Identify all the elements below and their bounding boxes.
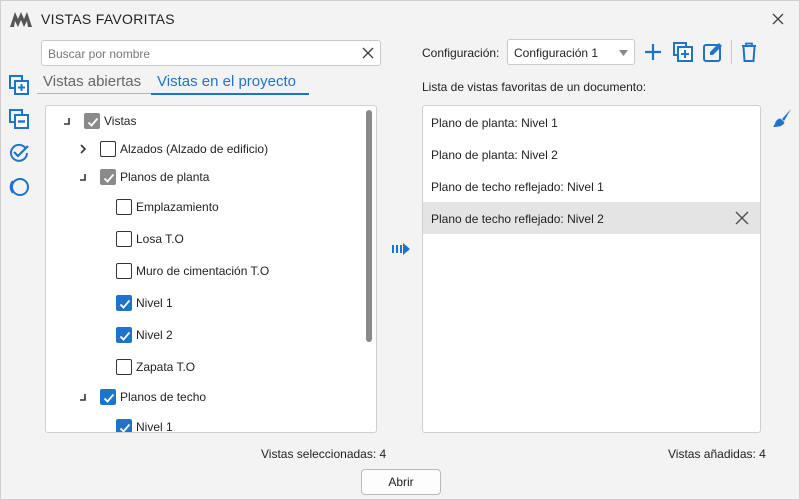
tree-row[interactable]: Nivel 2 bbox=[46, 323, 362, 347]
tree-label: Nivel 1 bbox=[136, 296, 173, 310]
tree-label: Alzados (Alzado de edificio) bbox=[120, 142, 269, 156]
add-views-icon[interactable] bbox=[7, 73, 31, 97]
tree-row[interactable]: Muro de cimentación T.O bbox=[46, 259, 362, 283]
tree-label: Nivel 2 bbox=[136, 328, 173, 342]
tree-checkbox[interactable] bbox=[116, 359, 132, 375]
open-button[interactable]: Abrir bbox=[361, 469, 441, 495]
view-tabs: Vistas abiertas Vistas en el proyecto bbox=[37, 73, 309, 97]
tree-scrollbar[interactable] bbox=[366, 110, 372, 342]
tree-label: Nivel 1 bbox=[136, 420, 173, 433]
config-selected-value: Configuración 1 bbox=[514, 46, 599, 60]
tree-row[interactable]: Planos de planta bbox=[46, 165, 362, 189]
tree-row[interactable]: Alzados (Alzado de edificio) bbox=[46, 137, 362, 161]
favorite-views-window: VISTAS FAVORITAS Buscar por nombre Vista… bbox=[0, 0, 800, 500]
title-bar: VISTAS FAVORITAS bbox=[1, 1, 799, 37]
tree-checkbox[interactable] bbox=[116, 419, 132, 432]
app-logo bbox=[10, 12, 32, 27]
tree-row[interactable]: Vistas bbox=[46, 109, 362, 133]
toolbar-separator bbox=[731, 40, 732, 64]
tree-row[interactable]: Emplazamiento bbox=[46, 195, 362, 219]
collapse-corner-icon[interactable] bbox=[60, 114, 74, 128]
collapse-corner-icon[interactable] bbox=[76, 170, 90, 184]
tree-label: Losa T.O bbox=[136, 232, 184, 246]
tree-checkbox[interactable] bbox=[100, 141, 116, 157]
window-title: VISTAS FAVORITAS bbox=[41, 11, 175, 27]
tree-label: Planos de planta bbox=[120, 170, 210, 184]
favorite-row[interactable]: Plano de techo reflejado: Nivel 2 bbox=[423, 202, 760, 234]
tree-label: Vistas bbox=[104, 114, 137, 128]
tree-checkbox[interactable] bbox=[116, 295, 132, 311]
favorite-label: Plano de techo reflejado: Nivel 2 bbox=[431, 212, 604, 226]
circle-icon[interactable] bbox=[7, 175, 31, 199]
tree-label: Emplazamiento bbox=[136, 200, 219, 214]
add-arrow-icon[interactable] bbox=[391, 241, 411, 257]
tree-row[interactable]: Zapata T.O bbox=[46, 355, 362, 379]
favorite-row[interactable]: Plano de planta: Nivel 1 bbox=[423, 106, 760, 138]
tree-row[interactable]: Losa T.O bbox=[46, 227, 362, 251]
tree-label: Planos de techo bbox=[120, 390, 207, 404]
tab-project-views[interactable]: Vistas en el proyecto bbox=[151, 73, 309, 95]
selected-count: Vistas seleccionadas: 4 bbox=[261, 447, 387, 461]
edit-icon[interactable] bbox=[702, 41, 724, 63]
tree-checkbox[interactable] bbox=[84, 113, 100, 129]
chevron-right-icon[interactable] bbox=[76, 142, 90, 156]
tree-row[interactable]: Planos de techo bbox=[46, 385, 362, 409]
favorite-label: Plano de planta: Nivel 2 bbox=[431, 148, 558, 162]
check-all-icon[interactable] bbox=[7, 141, 31, 165]
trash-icon[interactable] bbox=[738, 41, 760, 63]
favorites-list-title: Lista de vistas favoritas de un document… bbox=[422, 80, 647, 94]
config-select[interactable]: Configuración 1 bbox=[507, 39, 635, 65]
tree-checkbox[interactable] bbox=[100, 169, 116, 185]
tab-open-views[interactable]: Vistas abiertas bbox=[37, 73, 151, 94]
tree-checkbox[interactable] bbox=[116, 231, 132, 247]
view-tree: Vistas Alzados (Alzado de edificio) Planos… bbox=[45, 105, 377, 433]
favorites-list: Plano de planta: Nivel 1 Plano de planta:… bbox=[422, 105, 761, 433]
favorite-label: Plano de techo reflejado: Nivel 1 bbox=[431, 180, 604, 194]
brush-icon[interactable] bbox=[771, 107, 793, 129]
tree-row[interactable]: Nivel 1 bbox=[46, 291, 362, 315]
tree-label: Zapata T.O bbox=[136, 360, 196, 374]
config-label: Configuración: bbox=[422, 46, 500, 60]
remove-views-icon[interactable] bbox=[7, 107, 31, 131]
favorite-row[interactable]: Plano de techo reflejado: Nivel 1 bbox=[423, 170, 760, 202]
clear-search-icon[interactable] bbox=[361, 46, 375, 60]
close-icon[interactable] bbox=[769, 10, 787, 28]
tree-label: Muro de cimentación T.O bbox=[136, 264, 270, 278]
remove-favorite-icon[interactable] bbox=[734, 210, 750, 226]
plus-icon[interactable] bbox=[642, 41, 664, 63]
tree-checkbox[interactable] bbox=[116, 199, 132, 215]
chevron-down-icon bbox=[619, 50, 628, 56]
search-input[interactable] bbox=[48, 45, 348, 62]
search-box bbox=[41, 40, 381, 66]
tree-checkbox[interactable] bbox=[116, 327, 132, 343]
added-count: Vistas añadidas: 4 bbox=[668, 447, 766, 461]
favorite-row[interactable]: Plano de planta: Nivel 2 bbox=[423, 138, 760, 170]
collapse-corner-icon[interactable] bbox=[76, 390, 90, 404]
duplicate-icon[interactable] bbox=[672, 41, 694, 63]
tree-checkbox[interactable] bbox=[100, 389, 116, 405]
favorite-label: Plano de planta: Nivel 1 bbox=[431, 116, 558, 130]
tree-checkbox[interactable] bbox=[116, 263, 132, 279]
tree-row[interactable]: Nivel 1 bbox=[46, 415, 362, 433]
